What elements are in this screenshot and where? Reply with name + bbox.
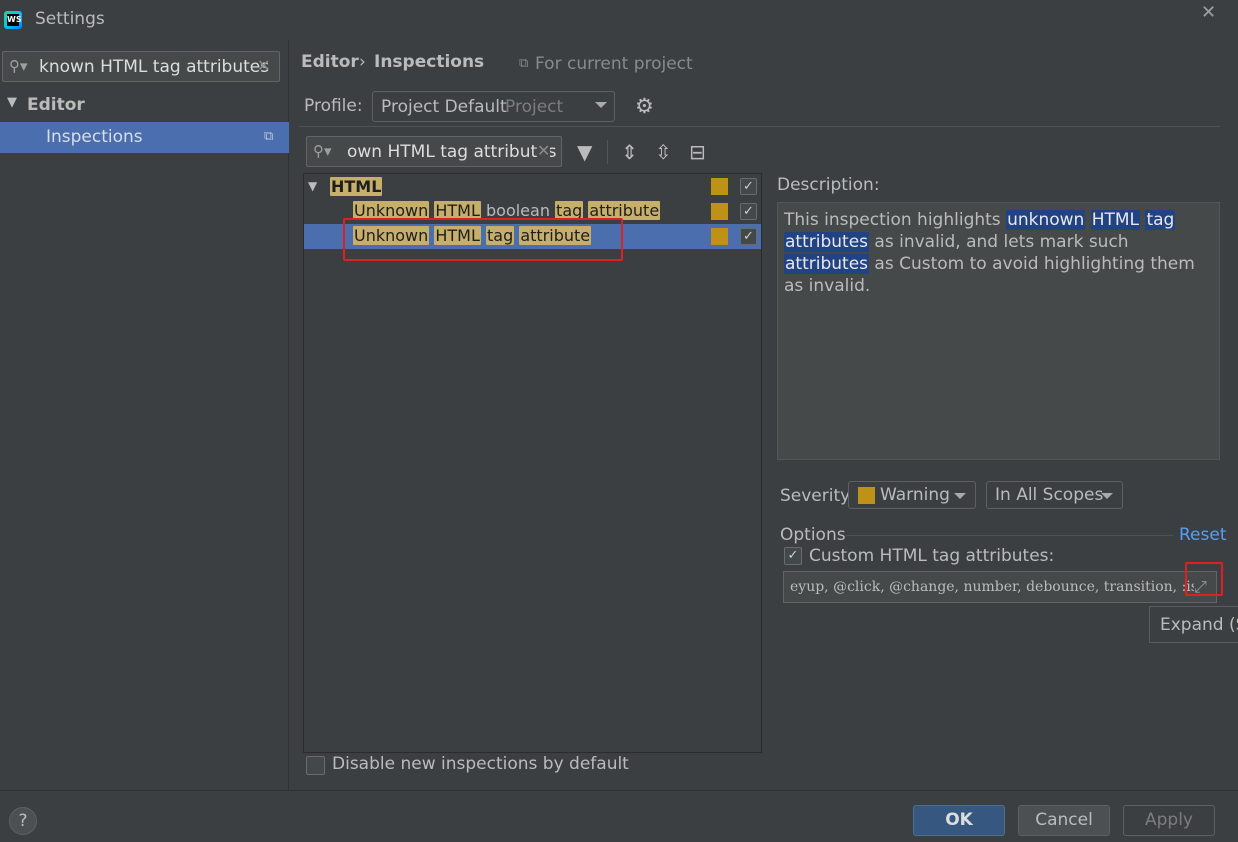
description-text: This inspection highlights unknown HTML …: [784, 209, 1214, 297]
project-scope-icon: ⧉: [264, 129, 274, 144]
disable-new-inspections-checkbox[interactable]: [306, 756, 325, 775]
text-segment: [1085, 210, 1090, 230]
tooltip-text: Expand (Shift+Enter): [1160, 615, 1238, 635]
reset-to-empty-icon[interactable]: ⊟: [689, 140, 706, 164]
custom-attributes-value[interactable]: eyup, @click, @change, number, debounce,…: [790, 579, 1198, 595]
enabled-checkbox[interactable]: ✓: [740, 203, 757, 220]
severity-color-swatch: [711, 228, 728, 245]
clear-search-icon[interactable]: ✕: [537, 141, 551, 160]
toolbar-separator: [607, 140, 608, 164]
inspections-search-input[interactable]: own HTML tag attributes ⚲▾ ✕: [306, 136, 562, 167]
search-icon: ⚲▾: [313, 142, 332, 160]
search-match: tag: [1145, 210, 1176, 230]
ok-button[interactable]: OK: [913, 805, 1005, 836]
options-label: Options: [780, 525, 846, 545]
enabled-checkbox[interactable]: ✓: [740, 178, 757, 195]
chevron-down-icon: [595, 102, 607, 108]
severity-color-swatch: [711, 203, 728, 220]
description-label: Description:: [777, 175, 880, 195]
severity-dropdown[interactable]: Warning: [848, 481, 976, 509]
reset-link[interactable]: Reset: [1179, 525, 1227, 545]
window-title: Settings: [35, 9, 105, 29]
description-panel: This inspection highlights unknown HTML …: [777, 202, 1220, 460]
tree-group-html[interactable]: ▼ HTML ✓: [304, 174, 761, 199]
scope-dropdown[interactable]: In All Scopes: [986, 481, 1123, 509]
breadcrumb-inspections: Inspections: [374, 52, 485, 72]
expand-tooltip: Expand (Shift+Enter): [1149, 606, 1238, 643]
breadcrumb-separator: ›: [359, 52, 366, 72]
text-segment: This inspection highlights: [784, 210, 1007, 230]
search-icon: ⚲▾: [9, 57, 28, 75]
sidebar-item-inspections[interactable]: Inspections ⧉: [0, 122, 289, 153]
inspections-search-value[interactable]: own HTML tag attributes: [347, 142, 556, 162]
project-scope-icon: ⧉: [519, 56, 529, 71]
custom-attributes-label[interactable]: Custom HTML tag attributes:: [809, 546, 1054, 566]
severity-color-swatch: [711, 178, 728, 195]
text-segment: as invalid, and lets mark such: [869, 232, 1129, 252]
scope-value: In All Scopes: [995, 485, 1104, 505]
disable-new-inspections-label[interactable]: Disable new inspections by default: [332, 754, 629, 774]
gear-icon[interactable]: ⚙: [635, 94, 654, 118]
collapse-all-icon[interactable]: ⇳: [655, 140, 672, 164]
sidebar-item-label: Inspections: [46, 127, 143, 147]
clear-search-icon[interactable]: ✕: [257, 56, 270, 75]
profile-value: Project Default: [381, 97, 507, 117]
filter-icon[interactable]: ▼: [577, 140, 592, 164]
search-match: unknown: [1006, 210, 1086, 230]
profile-dropdown[interactable]: Project Default Project: [372, 91, 615, 122]
tree-group-label: HTML: [330, 177, 383, 196]
expand-arrow-icon[interactable]: ▼: [7, 95, 17, 110]
options-divider: [846, 535, 1174, 536]
help-button[interactable]: ?: [9, 807, 37, 835]
expand-all-icon[interactable]: ⇕: [621, 140, 638, 164]
settings-search-input[interactable]: ⚲▾ known HTML tag attributes ✕: [2, 51, 280, 82]
sidebar-item-editor[interactable]: Editor: [27, 95, 85, 115]
close-icon[interactable]: ✕: [1201, 2, 1216, 23]
severity-color-swatch: [858, 487, 875, 504]
custom-attributes-input[interactable]: eyup, @click, @change, number, debounce,…: [783, 571, 1217, 603]
enabled-checkbox[interactable]: ✓: [740, 228, 757, 245]
chevron-down-icon: [954, 493, 966, 499]
apply-button[interactable]: Apply: [1123, 805, 1215, 836]
webstorm-app-icon: [4, 11, 22, 29]
title-bar: [0, 0, 1238, 40]
profile-kind: Project: [505, 97, 564, 117]
breadcrumb-editor[interactable]: Editor: [301, 52, 359, 72]
chevron-down-icon: [1101, 493, 1113, 499]
header-divider: [299, 126, 1220, 127]
custom-attributes-checkbox[interactable]: ✓: [784, 547, 802, 565]
search-match: HTML: [1090, 210, 1141, 230]
search-match: attributes: [784, 232, 870, 252]
profile-label: Profile:: [304, 96, 363, 116]
annotation-highlight-box: [343, 218, 623, 261]
annotation-highlight-box: [1185, 562, 1223, 596]
severity-value: Warning: [880, 485, 950, 505]
settings-search-value[interactable]: known HTML tag attributes: [39, 57, 269, 77]
search-match: attributes: [784, 254, 870, 274]
expand-arrow-icon[interactable]: ▼: [308, 179, 317, 193]
severity-label: Severity:: [780, 486, 855, 506]
scope-hint: For current project: [535, 54, 693, 74]
cancel-button[interactable]: Cancel: [1018, 805, 1110, 836]
